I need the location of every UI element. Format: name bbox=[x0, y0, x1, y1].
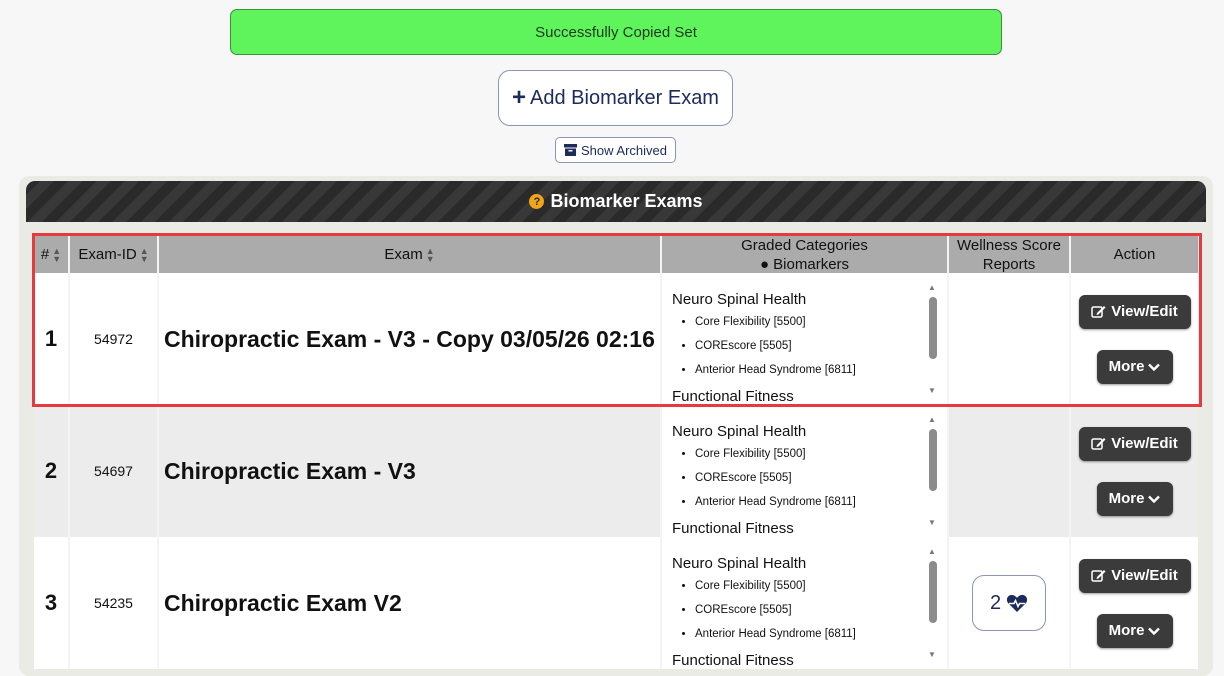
add-biomarker-exam-label: Add Biomarker Exam bbox=[530, 86, 719, 109]
graded-categories-list[interactable]: Neuro Spinal Health Core Flexibility [55… bbox=[662, 405, 949, 537]
scroll-thumb[interactable] bbox=[929, 429, 937, 491]
biomarker-item: Core Flexibility [5500] bbox=[695, 574, 922, 598]
category-title: Functional Fitness bbox=[672, 652, 794, 669]
graded-categories-list[interactable]: Neuro Spinal Health Core Flexibility [55… bbox=[662, 273, 949, 405]
sort-icon: ▲ ▼ bbox=[139, 245, 149, 264]
scroll-thumb[interactable] bbox=[929, 297, 937, 359]
header-exam[interactable]: Exam ▲ ▼ bbox=[159, 236, 662, 273]
show-archived-button[interactable]: Show Archived bbox=[555, 137, 676, 163]
wellness-score-cell bbox=[949, 405, 1071, 537]
plus-icon: + bbox=[512, 84, 527, 111]
biomarker-item: COREscore [5505] bbox=[695, 334, 922, 358]
category-title: Neuro Spinal Health bbox=[672, 555, 807, 572]
biomarker-item: Core Flexibility [5500] bbox=[695, 310, 922, 334]
exam-name: Chiropractic Exam - V3 - Copy 03/05/26 0… bbox=[159, 273, 696, 405]
action-cell: View/Edit More bbox=[1071, 273, 1198, 405]
table-header: # ▲ ▼ Exam-ID ▲ ▼ Exam ▲ ▼ Graded Categorie… bbox=[34, 236, 1198, 273]
wellness-score-cell bbox=[949, 273, 1071, 405]
category-title: Functional Fitness bbox=[672, 520, 794, 537]
edit-icon bbox=[1091, 306, 1106, 318]
alert-text: Successfully Copied Set bbox=[535, 23, 697, 41]
more-button[interactable]: More bbox=[1096, 481, 1173, 516]
scroll-thumb[interactable] bbox=[929, 561, 937, 623]
table-row: 3 54235 Chiropractic Exam V2 Neuro Spina… bbox=[34, 537, 1198, 669]
row-number: 3 bbox=[34, 537, 70, 669]
more-button[interactable]: More bbox=[1096, 349, 1173, 384]
heartbeat-icon bbox=[1007, 594, 1028, 612]
action-cell: View/Edit More bbox=[1071, 537, 1198, 669]
view-edit-button[interactable]: View/Edit bbox=[1078, 558, 1191, 593]
table-row: 2 54697 Chiropractic Exam - V3 Neuro Spi… bbox=[34, 405, 1198, 537]
exams-table: # ▲ ▼ Exam-ID ▲ ▼ Exam ▲ ▼ Graded Categorie… bbox=[34, 236, 1198, 669]
help-icon[interactable]: ? bbox=[529, 194, 545, 209]
header-wellness-score-reports: Wellness Score Reports bbox=[949, 236, 1071, 273]
header-graded-categories: Graded Categories ● Biomarkers bbox=[662, 236, 949, 273]
view-edit-button[interactable]: View/Edit bbox=[1078, 426, 1191, 461]
scroll-up-icon[interactable]: ▲ bbox=[928, 283, 936, 292]
edit-icon bbox=[1091, 570, 1106, 582]
scroll-up-icon[interactable]: ▲ bbox=[928, 415, 936, 424]
exam-name: Chiropractic Exam - V3 bbox=[159, 405, 662, 537]
scroll-down-icon[interactable]: ▼ bbox=[928, 518, 936, 527]
wellness-report-count: 2 bbox=[989, 591, 1002, 614]
exam-id: 54697 bbox=[70, 405, 159, 537]
chevron-down-icon bbox=[1148, 363, 1161, 371]
view-edit-button[interactable]: View/Edit bbox=[1078, 294, 1191, 329]
chevron-down-icon bbox=[1148, 495, 1161, 503]
exam-id: 54235 bbox=[70, 537, 159, 669]
scroll-down-icon[interactable]: ▼ bbox=[928, 386, 936, 395]
biomarker-item: COREscore [5505] bbox=[695, 598, 922, 622]
scroll-up-icon[interactable]: ▲ bbox=[928, 547, 936, 556]
header-exam-id[interactable]: Exam-ID ▲ ▼ bbox=[70, 236, 159, 273]
row-number: 1 bbox=[34, 273, 70, 405]
success-alert: Successfully Copied Set bbox=[230, 9, 1002, 55]
biomarker-item: Anterior Head Syndrome [6811] bbox=[695, 490, 922, 514]
biomarker-item: COREscore [5505] bbox=[695, 466, 922, 490]
sort-icon: ▲ ▼ bbox=[52, 245, 62, 264]
scroll-down-icon[interactable]: ▼ bbox=[928, 650, 936, 659]
row-number: 2 bbox=[34, 405, 70, 537]
exam-id: 54972 bbox=[70, 273, 159, 405]
sort-icon: ▲ ▼ bbox=[425, 245, 435, 264]
scrollbar[interactable]: ▲ ▼ bbox=[927, 547, 939, 659]
edit-icon bbox=[1091, 438, 1106, 450]
chevron-down-icon bbox=[1148, 627, 1161, 635]
biomarker-item: Anterior Head Syndrome [6811] bbox=[695, 358, 922, 382]
table-row: 1 54972 Chiropractic Exam - V3 - Copy 03… bbox=[34, 273, 1198, 405]
category-title: Functional Fitness bbox=[672, 388, 794, 405]
action-cell: View/Edit More bbox=[1071, 405, 1198, 537]
wellness-reports-button[interactable]: 2 bbox=[972, 575, 1046, 631]
header-num[interactable]: # ▲ ▼ bbox=[34, 236, 70, 273]
show-archived-label: Show Archived bbox=[581, 142, 667, 158]
scrollbar[interactable]: ▲ ▼ bbox=[927, 415, 939, 527]
biomarker-item: Core Flexibility [5500] bbox=[695, 442, 922, 466]
scrollbar[interactable]: ▲ ▼ bbox=[927, 283, 939, 395]
archive-icon bbox=[564, 144, 577, 156]
more-button[interactable]: More bbox=[1096, 613, 1173, 648]
add-biomarker-exam-button[interactable]: + Add Biomarker Exam bbox=[498, 70, 733, 126]
header-action: Action bbox=[1113, 246, 1156, 263]
category-title: Neuro Spinal Health bbox=[672, 423, 807, 440]
graded-categories-list[interactable]: Neuro Spinal Health Core Flexibility [55… bbox=[662, 537, 949, 669]
category-title: Neuro Spinal Health bbox=[672, 291, 807, 308]
biomarker-item: Anterior Head Syndrome [6811] bbox=[695, 622, 922, 646]
exam-name: Chiropractic Exam V2 bbox=[159, 537, 662, 669]
panel-header: ? Biomarker Exams bbox=[26, 181, 1206, 222]
wellness-score-cell: 2 bbox=[949, 537, 1071, 669]
panel-title: Biomarker Exams bbox=[550, 191, 703, 211]
